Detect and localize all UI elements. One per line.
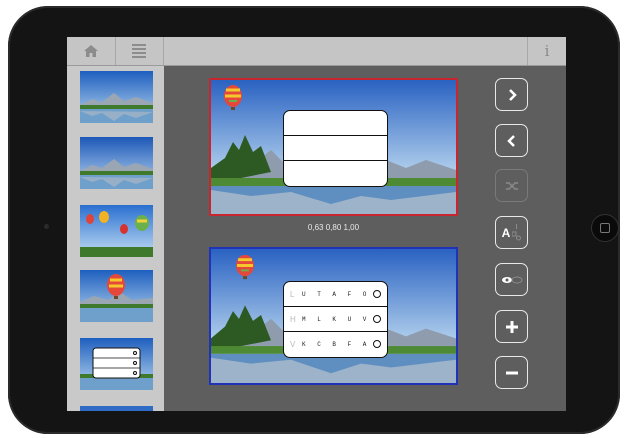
thumbnail-sidebar[interactable]: [67, 66, 164, 411]
chart-divider: [284, 331, 387, 332]
preview-bottom[interactable]: L U T A F O H M L K U V V K C B F A: [209, 247, 458, 385]
minus-icon: [505, 371, 518, 374]
thumbnail-balloons[interactable]: [80, 205, 153, 257]
shuffle-icon: [505, 181, 518, 190]
info-button[interactable]: i: [527, 37, 566, 65]
chart-row-lead: H: [290, 314, 296, 324]
thumbnail-balloon-lake[interactable]: [80, 270, 153, 322]
chevron-right-icon: [508, 88, 517, 101]
home-icon: [84, 45, 98, 57]
ring-icon: [373, 290, 381, 298]
ring-icon: [373, 315, 381, 323]
home-hardware-button[interactable]: [591, 214, 619, 242]
previous-button[interactable]: [495, 124, 528, 157]
chart-divider: [284, 135, 387, 136]
zoom-out-button[interactable]: [495, 356, 528, 389]
main-panel: 0,63 0,80 1,00 L U T A F O H M L K U V V…: [164, 66, 566, 411]
text-options-icon: [512, 223, 522, 240]
thumbnail-chart-overlay[interactable]: [80, 338, 153, 390]
menu-button[interactable]: [115, 37, 164, 65]
chart-row-letters: U T A F O: [302, 290, 371, 298]
text-mode-label: A: [501, 225, 511, 240]
app-screen: i 0,63 0,80 1,00 L U T A F O H M L K U V…: [67, 37, 566, 411]
chart-row-lead: L: [290, 289, 295, 299]
chevron-left-icon: [506, 134, 515, 147]
chart-row: H M L K U V: [290, 310, 381, 328]
eye-toggle-button[interactable]: [495, 263, 528, 296]
ring-icon: [373, 340, 381, 348]
eye-icon: [501, 276, 522, 283]
chart-divider: [284, 306, 387, 307]
chart-row: V K C B F A: [290, 335, 381, 353]
chart-row: L U T A F O: [290, 285, 381, 303]
list-icon: [132, 44, 146, 58]
top-toolbar: i: [67, 37, 566, 66]
chart-overlay-top: [283, 110, 388, 187]
chart-divider: [284, 160, 387, 161]
preview-top[interactable]: [209, 78, 458, 216]
home-button[interactable]: [67, 37, 116, 65]
chart-row-letters: M L K U V: [302, 315, 371, 323]
zoom-in-button[interactable]: [495, 310, 528, 343]
thumbnail-lake-1[interactable]: [80, 71, 153, 123]
next-button[interactable]: [495, 78, 528, 111]
chart-row-letters: K C B F A: [302, 340, 371, 348]
thumbnail-partial[interactable]: [80, 406, 153, 411]
text-mode-button[interactable]: A: [495, 216, 528, 249]
chart-overlay-bottom: L U T A F O H M L K U V V K C B F A: [283, 281, 388, 358]
camera-dot: [44, 224, 49, 229]
acuity-values: 0,63 0,80 1,00: [307, 223, 360, 232]
shuffle-button[interactable]: [495, 169, 528, 202]
plus-icon: [505, 320, 518, 333]
thumbnail-lake-2[interactable]: [80, 137, 153, 189]
chart-row-lead: V: [290, 339, 296, 349]
